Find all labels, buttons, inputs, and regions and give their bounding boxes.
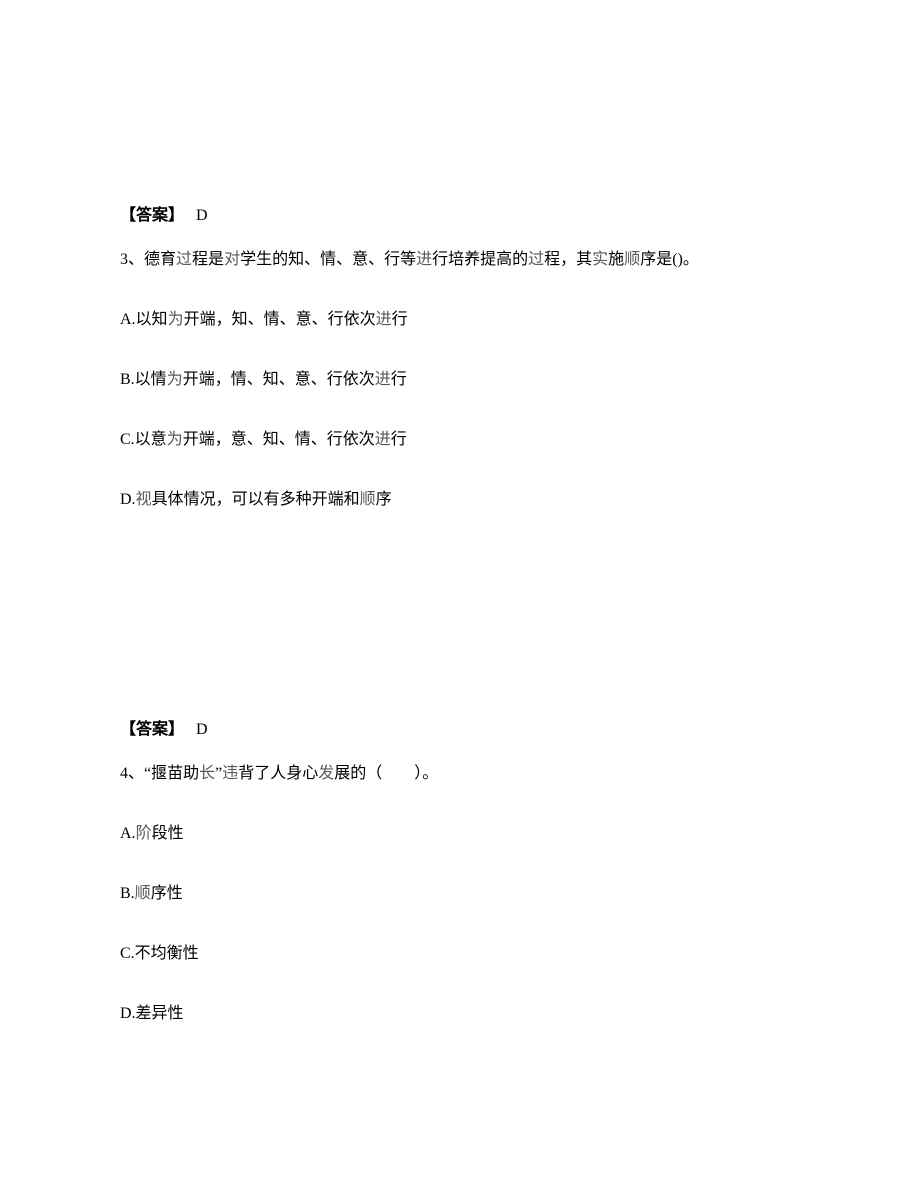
opt-text: 进 xyxy=(376,311,392,328)
question-3-option-c: C.以意为开端，意、知、情、行依次进行 xyxy=(120,424,800,456)
question-3-stem: 3、德育过程是对学生的知、情、意、行等进行培养提高的过程，其实施顺序是()。 xyxy=(120,244,800,276)
q3-text: 顺 xyxy=(624,251,640,268)
q3-text: 过 xyxy=(528,251,544,268)
answer-block-3: 【答案】 D xyxy=(120,714,800,746)
q3-text: 实 xyxy=(592,251,608,268)
opt-text: 具体情况，可以有多种开端和 xyxy=(152,491,360,508)
q4-text: “揠苗助 xyxy=(144,765,199,782)
q3-text: 对 xyxy=(224,251,240,268)
opt-text: 序性 xyxy=(151,885,183,902)
question-3-option-d: D.视具体情况，可以有多种开端和顺序 xyxy=(120,484,800,516)
opt-text: 顺 xyxy=(360,491,376,508)
question-4-option-d: D.差异性 xyxy=(120,998,800,1030)
opt-text: 开端，情、知、意、行依次 xyxy=(183,371,375,388)
q3-text: 施 xyxy=(608,251,624,268)
opt-text: D.差异性 xyxy=(120,1005,184,1022)
q3-text: 进 xyxy=(416,251,432,268)
opt-text: 行 xyxy=(391,371,407,388)
answer-block-2: 【答案】 D xyxy=(120,200,800,232)
opt-text: 为 xyxy=(167,431,183,448)
q3-text: 序是()。 xyxy=(640,251,699,268)
opt-text: A. xyxy=(120,825,136,842)
opt-text: 为 xyxy=(167,371,183,388)
opt-text: D. xyxy=(120,491,136,508)
question-3-option-a: A.以知为开端，知、情、意、行依次进行 xyxy=(120,304,800,336)
opt-text: 阶 xyxy=(136,825,152,842)
q3-text: 学生的知、情、意、行等 xyxy=(240,251,416,268)
answer-label: 【答案】 xyxy=(120,721,184,738)
opt-text: 段性 xyxy=(152,825,184,842)
q3-text: 程是 xyxy=(192,251,224,268)
answer-label: 【答案】 xyxy=(120,207,184,224)
opt-text: 进 xyxy=(375,371,391,388)
opt-text: 行 xyxy=(391,431,407,448)
q4-number: 4、 xyxy=(120,765,144,782)
opt-text: A.以知 xyxy=(120,311,168,328)
q3-text: 德育 xyxy=(144,251,176,268)
opt-text: 为 xyxy=(168,311,184,328)
opt-text: 进 xyxy=(375,431,391,448)
opt-text: 视 xyxy=(136,491,152,508)
opt-text: 开端，知、情、意、行依次 xyxy=(184,311,376,328)
opt-text: B. xyxy=(120,885,135,902)
opt-text: B.以情 xyxy=(120,371,167,388)
q3-text: 过 xyxy=(176,251,192,268)
question-3-option-b: B.以情为开端，情、知、意、行依次进行 xyxy=(120,364,800,396)
q4-text: 展的（ ）。 xyxy=(334,765,438,782)
question-4-option-a: A.阶段性 xyxy=(120,818,800,850)
spacer xyxy=(120,544,800,714)
q3-number: 3、 xyxy=(120,251,144,268)
document-content: 【答案】D 3、德育过程是对学生的知、情、意、行等进行培养提高的过程，其实施顺序… xyxy=(0,0,920,1030)
q3-text: 程，其 xyxy=(544,251,592,268)
opt-text: 行 xyxy=(392,311,408,328)
opt-text: C.以意 xyxy=(120,431,167,448)
q4-text: 违 xyxy=(222,765,238,782)
question-4-stem: 4、“揠苗助长”违背了人身心发展的（ ）。 xyxy=(120,758,800,790)
q4-text: 背了人身心 xyxy=(238,765,318,782)
opt-text: C.不均衡性 xyxy=(120,945,199,962)
q4-text: 长 xyxy=(199,765,215,782)
opt-text: 序 xyxy=(376,491,392,508)
opt-text: 开端，意、知、情、行依次 xyxy=(183,431,375,448)
question-4-option-c: C.不均衡性 xyxy=(120,938,800,970)
q4-text: 发 xyxy=(318,765,334,782)
answer-value: D xyxy=(196,721,208,738)
question-4-option-b: B.顺序性 xyxy=(120,878,800,910)
answer-value: D xyxy=(196,207,208,224)
opt-text: 顺 xyxy=(135,885,151,902)
q3-text: 行培养提高的 xyxy=(432,251,528,268)
